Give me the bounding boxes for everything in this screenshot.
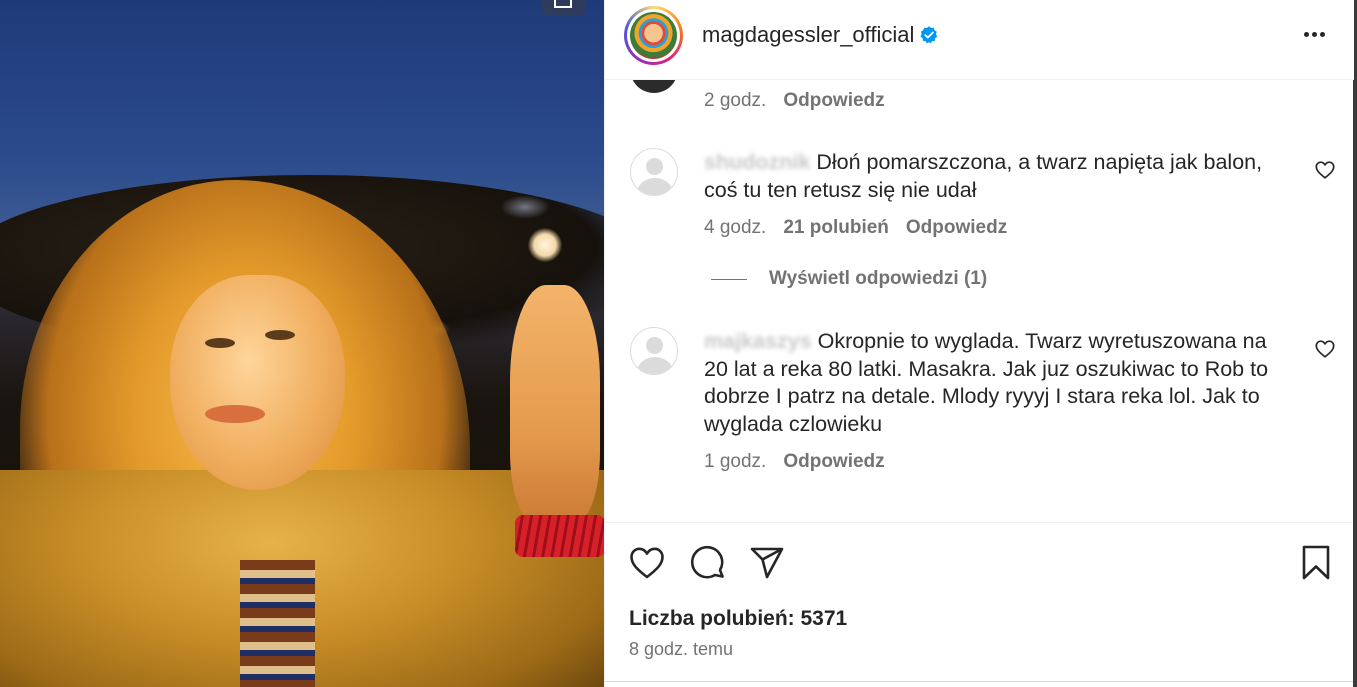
comment-username[interactable]: majkaszys [704, 329, 812, 353]
view-replies-label: Wyświetl odpowiedzi (1) [769, 268, 988, 289]
avatar-image [630, 12, 677, 59]
photo-eye [265, 330, 295, 340]
profile-avatar[interactable] [624, 6, 683, 65]
photo-bokeh [500, 195, 550, 219]
comment-time[interactable]: 2 godz. [704, 90, 766, 112]
avatar-placeholder-head [646, 158, 663, 175]
comment-like-heart-icon[interactable] [1314, 338, 1336, 360]
photo-face [170, 275, 345, 490]
photo-lips [205, 405, 265, 423]
comment-meta: 1 godz. Odpowiedz [704, 451, 885, 473]
comment-meta: 4 godz. 21 polubień Odpowiedz [704, 217, 1007, 239]
dot [1311, 31, 1317, 37]
reply-button[interactable]: Odpowiedz [783, 451, 884, 473]
comment-avatar[interactable] [630, 327, 678, 375]
photo-bracelet [515, 515, 604, 557]
comment-like-heart-icon[interactable] [1314, 159, 1336, 181]
view-replies-button[interactable]: Wyświetl odpowiedzi (1) [711, 268, 987, 290]
avatar-placeholder-head [646, 337, 663, 354]
carousel-icon [542, 0, 586, 16]
comment-time[interactable]: 4 godz. [704, 217, 766, 239]
bookmark-icon[interactable] [1296, 543, 1336, 583]
divider [605, 681, 1354, 682]
likes-count[interactable]: Liczba polubień: 5371 [629, 607, 847, 631]
comment-username[interactable]: shudoznik [704, 150, 810, 174]
avatar-placeholder-body [637, 357, 673, 374]
username-row: magdagessler_official [702, 22, 939, 48]
comment-text: shudoznik Dłoń pomarszczona, a twarz napi… [704, 149, 1289, 204]
avatar-placeholder-body [637, 178, 673, 195]
view-replies-line [711, 278, 747, 280]
comment-avatar[interactable] [630, 148, 678, 196]
comment-time[interactable]: 1 godz. [704, 451, 766, 473]
share-icon[interactable] [747, 543, 787, 583]
window-edge [1353, 0, 1357, 687]
comment-icon[interactable] [688, 543, 728, 583]
photo-moon [528, 228, 562, 262]
photo-eye [205, 338, 235, 348]
post-photo[interactable] [0, 0, 604, 687]
verified-badge-icon [920, 26, 938, 44]
reply-button[interactable]: Odpowiedz [906, 217, 1007, 239]
post-header: magdagessler_official [605, 0, 1354, 80]
username[interactable]: magdagessler_official [702, 22, 914, 48]
comment-likes[interactable]: 21 polubień [783, 217, 889, 239]
post-side-panel: 2 godz. Odpowiedz shudoznik Dłoń pomarszc… [604, 0, 1354, 687]
comment-text: majkaszys Okropnie to wyglada. Twarz wyre… [704, 328, 1289, 438]
reply-button[interactable]: Odpowiedz [783, 90, 884, 112]
avatar-inner [627, 9, 680, 62]
dot [1319, 31, 1325, 37]
dot [1303, 31, 1309, 37]
photo-hand [510, 285, 600, 525]
more-options-icon[interactable] [1299, 22, 1329, 46]
post-time[interactable]: 8 godz. temu [629, 639, 733, 660]
comment-meta: 2 godz. Odpowiedz [704, 90, 885, 112]
post-actions: Liczba polubień: 5371 8 godz. temu [605, 522, 1354, 687]
photo-scarf [240, 560, 315, 687]
heart-icon[interactable] [627, 543, 667, 583]
